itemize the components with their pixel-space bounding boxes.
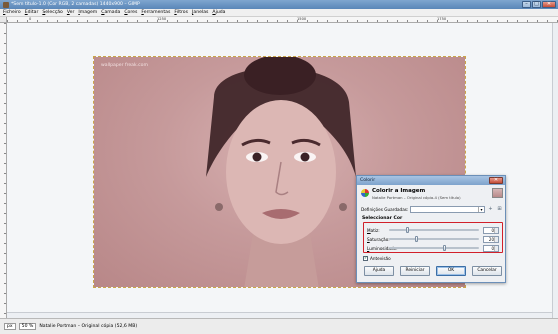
saturation-slider[interactable] [389, 236, 479, 242]
ruler-tick-label: 1500 [297, 17, 307, 21]
unit-selector[interactable]: px [4, 323, 16, 330]
saturation-label: Saturação: [367, 236, 390, 242]
lightness-label: Luminosidade: [367, 245, 398, 251]
lightness-slider-thumb[interactable] [442, 245, 446, 251]
vertical-scrollbar[interactable] [552, 23, 558, 318]
dialog-header: Colorir a Imagem Natalie Portman – Origi… [361, 188, 503, 202]
dialog-titlebar[interactable]: Colorir ✕ [357, 176, 505, 185]
hue-label: Matiz: [367, 227, 380, 233]
dialog-title: Colorir [360, 178, 376, 183]
status-message: Natalie Portman – Original cópia (52,6 M… [39, 324, 138, 329]
presets-menu-icon[interactable]: ⊞ [496, 206, 503, 213]
saturation-slider-track [389, 238, 479, 240]
presets-label: Definições Guardadas: [361, 206, 409, 212]
saturation-spin-input[interactable]: 20 [483, 235, 499, 243]
hue-spin-input[interactable]: 0 [483, 226, 499, 234]
hue-slider-track [389, 229, 479, 231]
menu-ajuda[interactable]: Ajuda [212, 10, 225, 15]
color-sliders-group: Matiz: 0 Saturação: 20 Luminosidade: 0 [363, 222, 503, 253]
reset-button[interactable]: Reiniciar [400, 266, 430, 276]
menu-editar[interactable]: Editar [25, 10, 39, 15]
add-preset-icon[interactable]: + [487, 206, 494, 213]
vertical-ruler[interactable] [0, 23, 7, 318]
dialog-header-subtitle: Natalie Portman – Original cópia-4 (Sem … [372, 195, 461, 200]
ruler-tick-label: 1750 [437, 17, 447, 21]
colorize-dialog: Colorir ✕ Colorir a Imagem Natalie Portm… [356, 175, 506, 283]
select-color-group-label: Seleccionar Cor [362, 216, 403, 221]
preview-checkbox[interactable]: ✓ [363, 256, 368, 261]
hue-slider-thumb[interactable] [406, 227, 410, 233]
preview-row: ✓ Antevisão [363, 256, 391, 261]
zoom-selector[interactable]: 50 % [18, 323, 37, 330]
menu-camada[interactable]: Camada [101, 10, 120, 15]
close-button[interactable]: ✕ [542, 1, 556, 8]
minimize-button[interactable]: – [522, 1, 531, 8]
menu-seleccao[interactable]: Selecção [42, 10, 63, 15]
help-button[interactable]: Ajuda [364, 266, 394, 276]
lightness-slider-track [389, 247, 479, 249]
menu-filtros[interactable]: Filtros [174, 10, 188, 15]
menu-janelas[interactable]: Janelas [192, 10, 208, 15]
saturation-slider-thumb[interactable] [415, 236, 419, 242]
chevron-down-icon[interactable]: ▾ [478, 206, 484, 212]
menu-ver[interactable]: Ver [67, 10, 75, 15]
watermark-text: wallpaper freak.com [101, 63, 148, 68]
dialog-button-row: Ajuda Reiniciar OK Cancelar [364, 266, 502, 276]
preview-label[interactable]: Antevisão [370, 256, 391, 261]
menu-imagem[interactable]: Imagem [78, 10, 97, 15]
window-controls: – □ ✕ [522, 1, 556, 8]
dialog-close-button[interactable]: ✕ [489, 177, 503, 184]
ruler-tick-label: 0 [29, 17, 32, 21]
ok-button[interactable]: OK [436, 266, 466, 276]
lightness-spin-input[interactable]: 0 [483, 244, 499, 252]
hue-slider-row: Matiz: 0 [367, 226, 501, 234]
statusbar: px 50 % Natalie Portman – Original cópia… [0, 318, 558, 334]
maximize-button[interactable]: □ [532, 1, 541, 8]
menu-cores[interactable]: Cores [124, 10, 137, 15]
lightness-slider[interactable] [389, 245, 479, 251]
dialog-header-title: Colorir a Imagem [372, 188, 426, 194]
lightness-slider-row: Luminosidade: 0 [367, 244, 501, 252]
menubar: Ficheiro Editar Selecção Ver Imagem Cama… [0, 9, 558, 17]
cancel-button[interactable]: Cancelar [472, 266, 502, 276]
menu-ficheiro[interactable]: Ficheiro [3, 10, 21, 15]
layer-thumbnail [492, 188, 503, 198]
gimp-app-icon [3, 1, 9, 8]
ruler-tick-label: 1250 [157, 17, 167, 21]
window-title: *Sem título-1.0 (Cor RGB, 2 camadas) 144… [11, 2, 140, 7]
window-titlebar: *Sem título-1.0 (Cor RGB, 2 camadas) 144… [0, 0, 558, 9]
presets-row: Definições Guardadas: ▾ + ⊞ [361, 205, 503, 213]
saturation-slider-row: Saturação: 20 [367, 235, 501, 243]
menu-ferramentas[interactable]: Ferramentas [141, 10, 170, 15]
colorize-icon [361, 189, 369, 197]
hue-slider[interactable] [389, 227, 479, 233]
presets-combo[interactable]: ▾ [410, 205, 485, 213]
